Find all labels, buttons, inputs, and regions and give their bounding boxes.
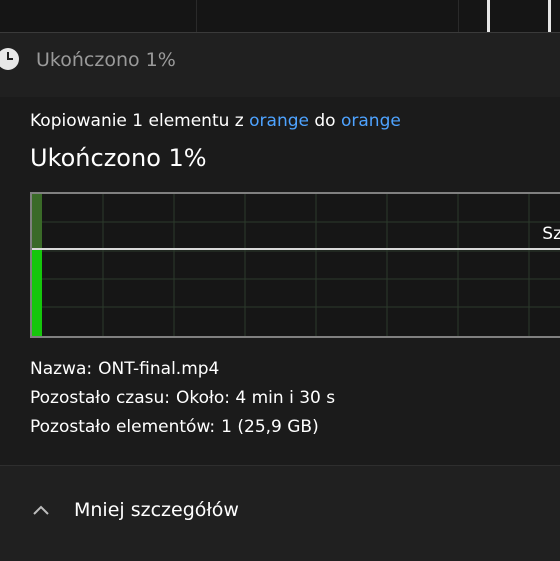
copy-description: Kopiowanie 1 elementu z orange do orange (30, 111, 401, 131)
copy-progress-dialog: Ukończono 1% Kopiowanie 1 elementu z ora… (0, 32, 560, 561)
graph-canvas (32, 194, 560, 336)
progress-heading: Ukończono 1% (30, 144, 207, 172)
transfer-speed-graph: Sz (30, 192, 560, 338)
name-label: Nazwa: (30, 359, 93, 379)
progress-content: Kopiowanie 1 elementu z orange do orange… (0, 97, 560, 503)
copy-prefix: Kopiowanie 1 elementu z (30, 111, 244, 131)
less-details-button[interactable]: Mniej szczegółów (30, 490, 239, 530)
chevron-up-icon (30, 502, 52, 518)
background-divider (487, 0, 490, 36)
background-divider (548, 0, 551, 36)
speed-label: Sz (542, 224, 560, 244)
source-link[interactable]: orange (249, 111, 309, 131)
transfer-details: Nazwa: ONT-final.mp4 Pozostało czasu: Okoł… (30, 355, 335, 442)
destination-link[interactable]: orange (341, 111, 401, 131)
time-label: Pozostało czasu: (30, 388, 170, 408)
detail-name-row: Nazwa: ONT-final.mp4 (30, 355, 335, 384)
background-window (0, 0, 560, 36)
detail-items-row: Pozostało elementów: 1 (25,9 GB) (30, 413, 335, 442)
time-value: Około: 4 min i 30 s (176, 388, 336, 408)
items-label: Pozostało elementów: (30, 417, 216, 437)
dialog-footer: Mniej szczegółów (0, 466, 560, 561)
less-details-label: Mniej szczegółów (74, 499, 239, 521)
background-panel (0, 0, 197, 32)
graph-grid (32, 194, 560, 336)
progress-fill-top (32, 194, 42, 248)
title-bar[interactable]: Ukończono 1% (0, 33, 560, 87)
items-value: 1 (25,9 GB) (221, 417, 319, 437)
name-value: ONT-final.mp4 (98, 359, 220, 379)
clock-icon (0, 47, 24, 71)
window-title: Ukończono 1% (36, 49, 176, 71)
detail-time-row: Pozostało czasu: Około: 4 min i 30 s (30, 384, 335, 413)
copy-middle: do (314, 111, 336, 131)
background-panel (196, 0, 459, 32)
